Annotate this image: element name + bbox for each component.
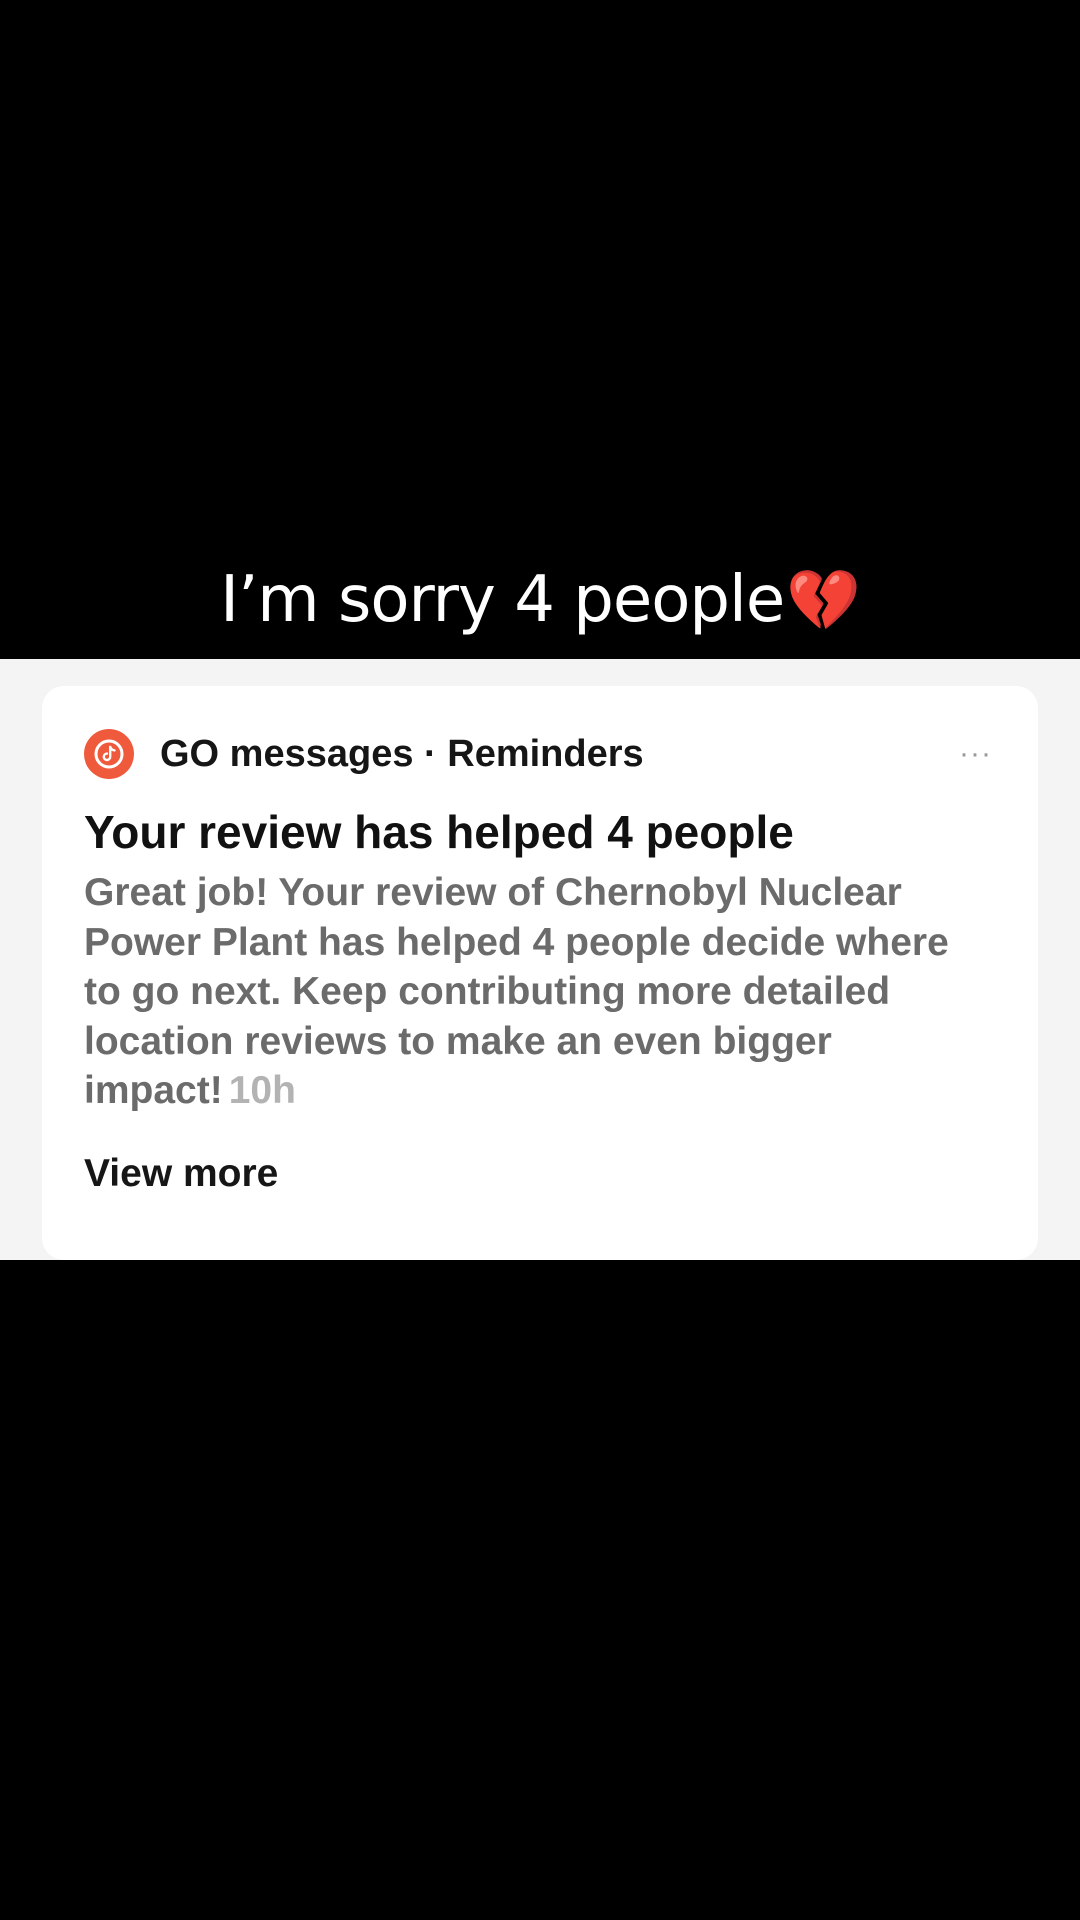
notification-timestamp: 10h bbox=[228, 1069, 296, 1112]
notification-body: Great job! Your review of Chernobyl Nucl… bbox=[84, 868, 994, 1116]
more-options-icon[interactable]: ··· bbox=[959, 739, 992, 769]
notification-sender: GO messages · Reminders bbox=[160, 732, 644, 775]
notification-title: Your review has helped 4 people bbox=[84, 806, 794, 858]
video-caption: I’m sorry 4 people💔 bbox=[0, 560, 1080, 641]
notification-screenshot: GO messages · Reminders ··· Your review … bbox=[0, 659, 1080, 1260]
notification-header: GO messages · Reminders ··· bbox=[84, 726, 996, 782]
notification-message: Great job! Your review of Chernobyl Nucl… bbox=[84, 871, 949, 1112]
view-more-link[interactable]: View more bbox=[84, 1152, 278, 1196]
tiktok-logo-icon bbox=[84, 729, 134, 779]
broken-heart-icon: 💔 bbox=[786, 566, 861, 636]
caption-text: I’m sorry 4 people bbox=[220, 563, 785, 637]
notification-card[interactable]: GO messages · Reminders ··· Your review … bbox=[42, 686, 1038, 1260]
